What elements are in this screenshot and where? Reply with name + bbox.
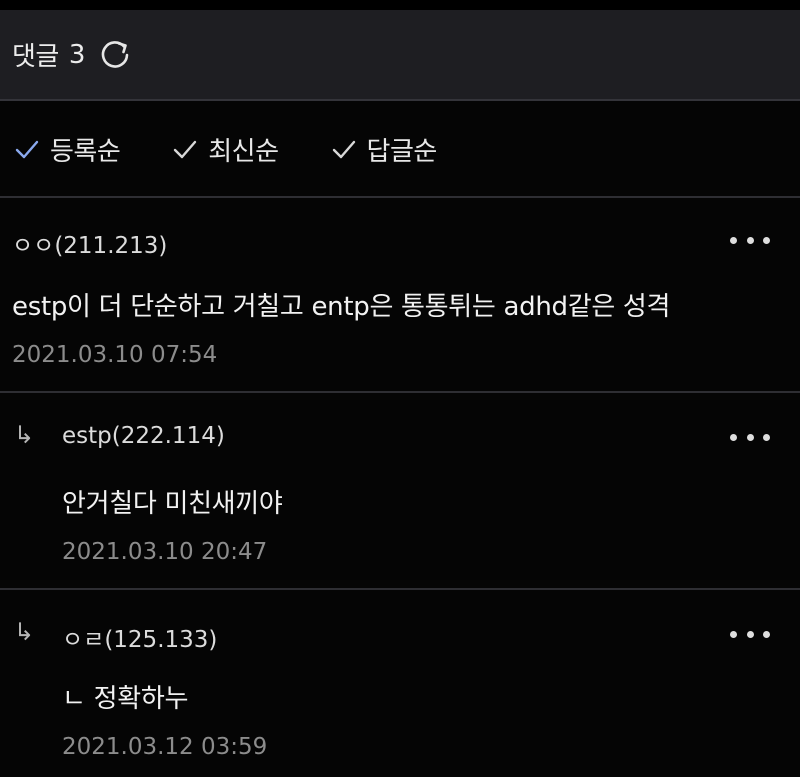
- comment-text: ㄴ 정확하누: [62, 684, 189, 714]
- sort-option-registered[interactable]: 등록순: [14, 131, 121, 168]
- comment-text: estp이 더 단순하고 거칠고 entp은 통통튀는 adhd같은 성격: [12, 292, 671, 322]
- comment-text: 안거칠다 미친새끼야: [62, 489, 283, 519]
- comment-timestamp: 2021.03.10 20:47: [62, 539, 268, 565]
- check-icon: [14, 137, 40, 163]
- sort-label: 등록순: [50, 137, 121, 167]
- comment-timestamp: 2021.03.10 07:54: [12, 342, 218, 368]
- refresh-icon[interactable]: [97, 37, 133, 73]
- check-icon: [331, 137, 357, 163]
- sort-bar: 등록순 최신순 답글순: [0, 103, 800, 198]
- comment-author[interactable]: ㅇㄹ(125.133): [62, 620, 217, 654]
- reply-item: ↳ ㅇㄹ(125.133) ㄴ 정확하누 2021.03.12 03:59: [0, 592, 800, 777]
- check-icon: [172, 137, 198, 163]
- top-strip: [0, 0, 800, 10]
- more-icon[interactable]: [730, 234, 770, 246]
- comments-screen: 댓글 3 등록순 최신순 답글순 ㅇㅇ(211.213) estp이 더 단순하…: [0, 0, 800, 777]
- comments-title: 댓글: [12, 42, 59, 72]
- comments-count: 3: [68, 39, 86, 70]
- sort-option-replies[interactable]: 답글순: [331, 131, 437, 168]
- comment-author[interactable]: ㅇㅇ(211.213): [12, 226, 167, 260]
- sort-label: 답글순: [366, 137, 438, 167]
- more-icon[interactable]: [730, 628, 770, 640]
- comment-timestamp: 2021.03.12 03:59: [62, 734, 268, 760]
- reply-item: ↳ estp(222.114) 안거칠다 미친새끼야 2021.03.10 20…: [0, 395, 800, 590]
- sort-option-latest[interactable]: 최신순: [172, 131, 279, 168]
- sort-label: 최신순: [208, 137, 279, 167]
- reply-arrow-icon: ↳: [14, 618, 35, 646]
- comment-author[interactable]: estp(222.114): [62, 423, 225, 449]
- more-icon[interactable]: [730, 431, 770, 443]
- comments-header: 댓글 3: [0, 10, 800, 101]
- reply-arrow-icon: ↳: [14, 421, 35, 449]
- comment-item: ㅇㅇ(211.213) estp이 더 단순하고 거칠고 entp은 통통튀는 …: [0, 198, 800, 393]
